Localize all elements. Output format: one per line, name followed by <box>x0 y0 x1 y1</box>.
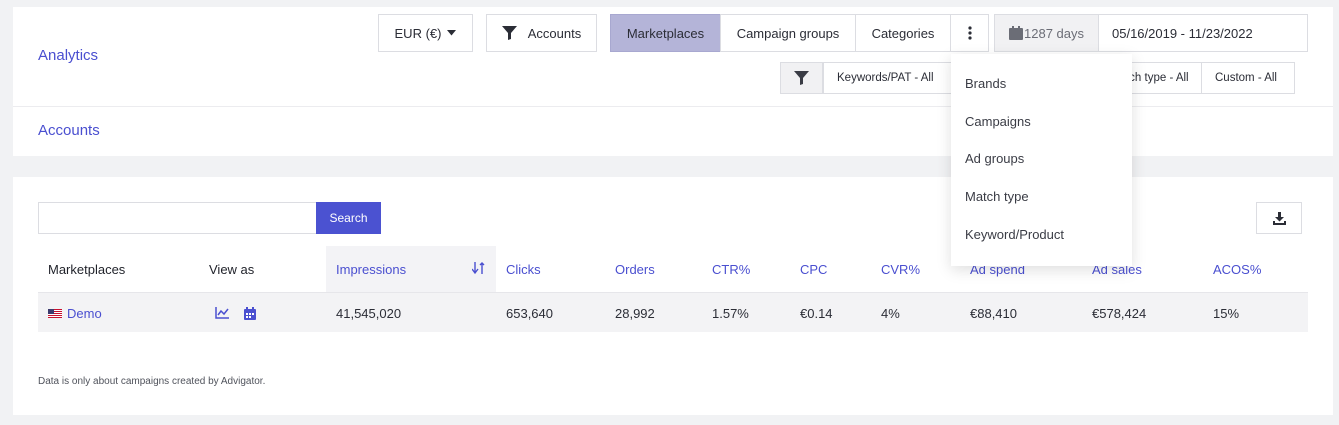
download-button[interactable] <box>1256 202 1302 234</box>
calendar-icon <box>1009 26 1023 40</box>
column-header-impressions-label: Impressions <box>336 261 407 277</box>
column-header-cvr[interactable]: CVR% <box>881 246 920 292</box>
impressions-value: 41,545,020 <box>336 305 402 321</box>
column-header-orders[interactable]: Orders <box>615 246 655 292</box>
page-title[interactable]: Analytics <box>38 47 98 64</box>
dropdown-item-ad-groups[interactable]: Ad groups <box>965 151 1024 166</box>
funnel-icon <box>794 71 809 85</box>
results-panel: Search Marketplaces View as Impressions … <box>13 177 1333 415</box>
kebab-menu-icon <box>967 26 972 40</box>
keywords-filter-label: Keywords/PAT - All <box>837 72 934 84</box>
marketplace-name: Demo <box>67 305 102 321</box>
column-header-marketplaces: Marketplaces <box>48 261 126 277</box>
accounts-filter-button[interactable]: Accounts <box>486 14 597 52</box>
column-header-acos[interactable]: ACOS% <box>1213 246 1261 292</box>
ad-sales-value: €578,424 <box>1092 305 1147 321</box>
header-divider <box>13 106 1333 107</box>
column-header-clicks[interactable]: Clicks <box>506 246 541 292</box>
dropdown-item-keyword-product[interactable]: Keyword/Product <box>965 227 1064 242</box>
dropdown-item-campaigns[interactable]: Campaigns <box>965 114 1031 129</box>
ctr-value: 1.57% <box>712 305 749 321</box>
acos-value: 15% <box>1213 305 1240 321</box>
orders-value: 28,992 <box>615 305 655 321</box>
currency-label: EUR (€) <box>394 25 442 41</box>
view-as-calendar-button[interactable] <box>244 293 256 333</box>
date-range-picker[interactable]: 05/16/2019 - 11/23/2022 <box>1098 14 1308 52</box>
dropdown-item-match-type[interactable]: Match type <box>965 189 1029 204</box>
custom-filter-label: Custom - All <box>1215 72 1277 84</box>
clicks-value: 653,640 <box>506 305 553 321</box>
tab-marketplaces[interactable]: Marketplaces <box>610 14 721 52</box>
view-as-chart-button[interactable] <box>215 293 229 333</box>
column-header-view-as: View as <box>209 261 255 277</box>
column-header-impressions[interactable]: Impressions <box>326 246 496 292</box>
more-tabs-button[interactable] <box>950 14 989 52</box>
days-count-label: 1287 days <box>1024 25 1084 41</box>
more-tabs-dropdown: Brands Campaigns Ad groups Match type Ke… <box>951 54 1132 266</box>
marketplace-link[interactable]: Demo <box>48 293 102 333</box>
table-row: Demo 41,545,020 653,640 28,992 1.57% €0.… <box>38 292 1308 332</box>
tab-categories[interactable]: Categories <box>855 14 951 52</box>
currency-select[interactable]: EUR (€) <box>378 14 473 52</box>
filter-toggle-button[interactable] <box>780 62 823 94</box>
tab-marketplaces-label: Marketplaces <box>626 25 705 41</box>
custom-filter[interactable]: Custom - All <box>1201 62 1295 94</box>
keywords-filter[interactable]: Keywords/PAT - All <box>823 62 955 94</box>
calendar-icon <box>244 306 256 320</box>
date-range-label: 05/16/2019 - 11/23/2022 <box>1112 25 1253 41</box>
days-count-button[interactable]: 1287 days <box>994 14 1099 52</box>
us-flag-icon <box>48 308 62 318</box>
funnel-icon <box>501 26 517 40</box>
line-chart-icon <box>215 307 229 319</box>
dropdown-item-brands[interactable]: Brands <box>965 76 1006 91</box>
search-button[interactable]: Search <box>316 202 381 234</box>
column-header-cpc[interactable]: CPC <box>800 246 827 292</box>
cpc-value: €0.14 <box>800 305 833 321</box>
search-input[interactable] <box>38 202 317 234</box>
sort-descending-icon <box>472 262 485 275</box>
tab-campaign-groups[interactable]: Campaign groups <box>720 14 856 52</box>
tab-campaign-groups-label: Campaign groups <box>736 25 840 41</box>
download-icon <box>1272 211 1286 225</box>
column-header-ctr[interactable]: CTR% <box>712 246 750 292</box>
section-title[interactable]: Accounts <box>38 122 100 139</box>
accounts-filter-label: Accounts <box>527 25 582 41</box>
footnote: Data is only about campaigns created by … <box>38 376 266 387</box>
ad-spend-value: €88,410 <box>970 305 1017 321</box>
cvr-value: 4% <box>881 305 900 321</box>
caret-down-icon <box>447 30 457 36</box>
tab-categories-label: Categories <box>871 25 935 41</box>
